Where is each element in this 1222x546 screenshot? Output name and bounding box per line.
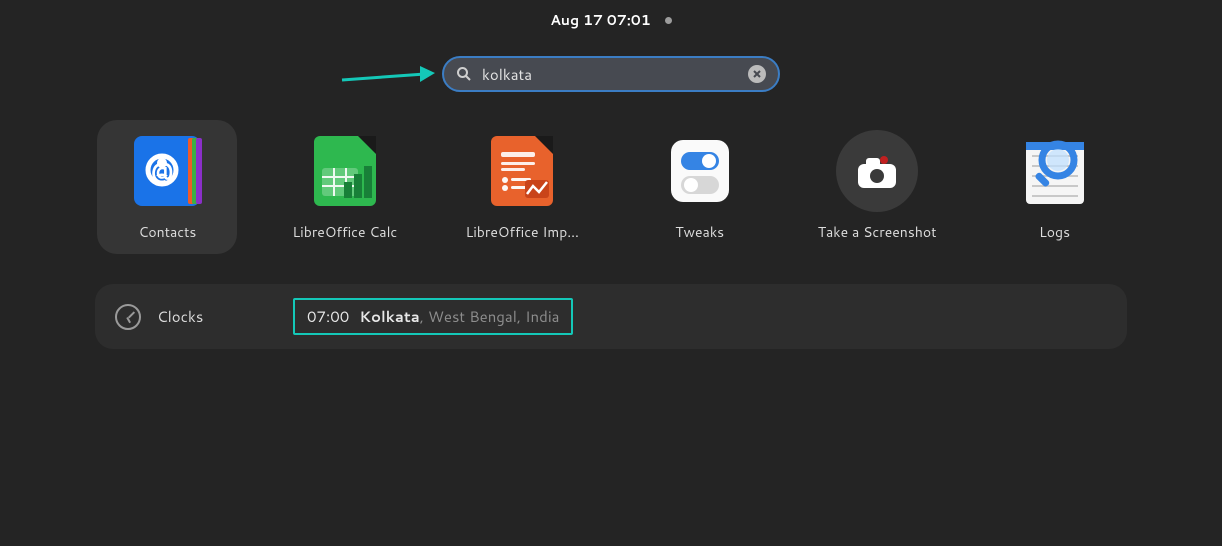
result-city: Kolkata xyxy=(359,306,419,327)
contacts-icon: @ xyxy=(126,130,208,212)
search-input[interactable] xyxy=(482,64,738,85)
provider-label: Clocks xyxy=(157,306,277,327)
logs-icon xyxy=(1014,130,1096,212)
impress-icon xyxy=(481,130,563,212)
notification-dot-icon xyxy=(665,17,672,24)
app-contacts[interactable]: @ Contacts xyxy=(97,120,237,254)
svg-text:@: @ xyxy=(151,155,174,186)
result-time: 07:00 xyxy=(307,306,349,327)
app-label: LibreOffice Calc xyxy=(292,222,397,242)
search-icon xyxy=(456,66,472,82)
tweaks-icon xyxy=(659,130,741,212)
screenshot-icon xyxy=(836,130,918,212)
app-libreoffice-impress[interactable]: LibreOffice Imp… xyxy=(452,120,592,254)
clear-search-button[interactable] xyxy=(748,65,766,83)
clock-result-item[interactable]: 07:00 Kolkata, West Bengal, India xyxy=(293,298,573,335)
app-label: LibreOffice Imp… xyxy=(465,222,579,242)
top-bar: Aug 17 07:01 xyxy=(0,0,1222,30)
result-location: , West Bengal, India xyxy=(420,306,560,327)
close-icon xyxy=(753,70,761,78)
app-label: Tweaks xyxy=(675,222,724,242)
app-logs[interactable]: Logs xyxy=(985,120,1125,254)
calc-icon xyxy=(304,130,386,212)
app-libreoffice-calc[interactable]: LibreOffice Calc xyxy=(275,120,415,254)
search-field[interactable] xyxy=(442,56,780,92)
clock-icon xyxy=(115,304,141,330)
clock-text[interactable]: Aug 17 07:01 xyxy=(550,10,651,30)
clocks-result-panel[interactable]: Clocks 07:00 Kolkata, West Bengal, India xyxy=(95,284,1127,349)
app-grid: @ Contacts xyxy=(0,120,1222,254)
annotation-arrow-icon xyxy=(340,62,435,90)
app-label: Contacts xyxy=(138,222,196,242)
app-label: Take a Screenshot xyxy=(818,222,937,242)
app-tweaks[interactable]: Tweaks xyxy=(630,120,770,254)
app-label: Logs xyxy=(1039,222,1070,242)
app-screenshot[interactable]: Take a Screenshot xyxy=(807,120,947,254)
